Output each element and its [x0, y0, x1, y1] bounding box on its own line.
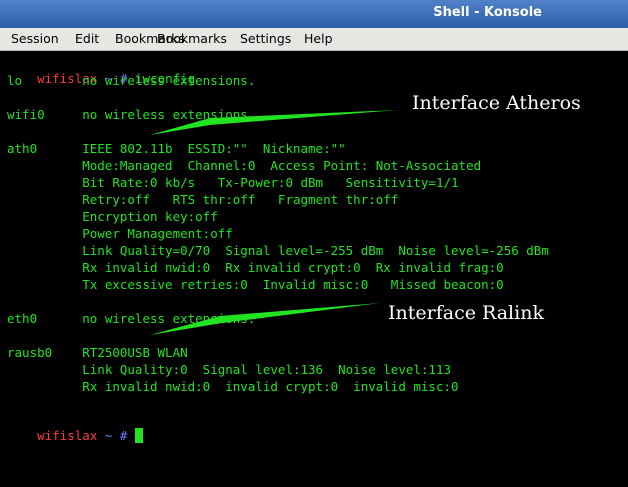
annotation-ralink: Interface Ralink: [388, 302, 544, 324]
arrow-atheros: [150, 110, 398, 135]
arrow-ralink: [150, 303, 380, 335]
annotation-arrows: [150, 110, 398, 335]
annotation-atheros: Interface Atheros: [412, 92, 581, 114]
